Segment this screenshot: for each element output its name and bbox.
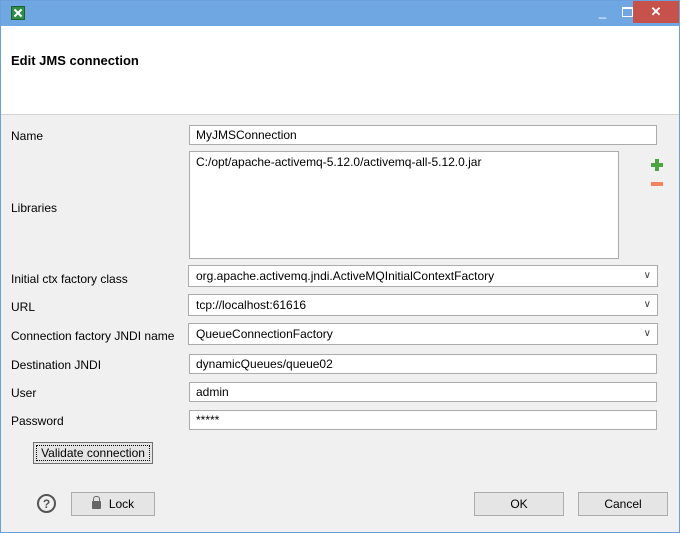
lock-icon [91,496,101,509]
validate-connection-button[interactable]: Validate connection [33,442,153,464]
user-label: User [11,386,37,400]
libraries-label: Libraries [11,201,58,215]
chevron-down-icon[interactable]: ∨ [644,295,651,315]
initial-ctx-factory-label: Initial ctx factory class [11,272,128,286]
maximize-icon [622,7,633,17]
cancel-button[interactable]: Cancel [578,492,668,516]
remove-icon[interactable] [651,182,663,186]
url-value: tcp://localhost:61616 [196,298,307,312]
connection-factory-select[interactable]: QueueConnectionFactory ∨ [188,323,658,345]
lock-button[interactable]: Lock [71,492,155,516]
dialog-window: _ ✕ Edit JMS connection Name MyJMSConnec… [0,0,680,533]
validate-connection-label: Validate connection [36,445,150,461]
initial-ctx-factory-value: org.apache.activemq.jndi.ActiveMQInitial… [196,269,495,283]
chevron-down-icon[interactable]: ∨ [644,266,651,286]
header-divider [1,114,679,115]
connection-factory-label: Connection factory JNDI name [11,329,175,343]
help-icon[interactable]: ? [37,494,56,513]
dialog-header: Edit JMS connection [1,26,679,114]
destination-label: Destination JNDI [11,358,102,372]
password-field[interactable]: ***** [189,410,657,430]
password-label: Password [11,414,64,428]
dialog-title: Edit JMS connection [11,53,139,68]
connection-factory-value: QueueConnectionFactory [196,327,333,341]
app-icon [11,6,25,20]
destination-field[interactable]: dynamicQueues/queue02 [189,354,657,374]
name-field[interactable]: MyJMSConnection [189,125,657,145]
user-field[interactable]: admin [189,382,657,402]
url-label: URL [11,300,36,314]
chevron-down-icon[interactable]: ∨ [644,324,651,344]
add-icon[interactable] [651,159,663,171]
ok-button[interactable]: OK [474,492,564,516]
lock-label: Lock [108,497,135,511]
initial-ctx-factory-select[interactable]: org.apache.activemq.jndi.ActiveMQInitial… [188,265,658,287]
name-label: Name [11,129,44,143]
library-item[interactable]: C:/opt/apache-activemq-5.12.0/activemq-a… [196,154,612,170]
title-bar[interactable]: _ ✕ [1,1,679,26]
url-select[interactable]: tcp://localhost:61616 ∨ [188,294,658,316]
close-button[interactable]: ✕ [633,1,679,23]
libraries-list[interactable]: C:/opt/apache-activemq-5.12.0/activemq-a… [189,151,619,259]
